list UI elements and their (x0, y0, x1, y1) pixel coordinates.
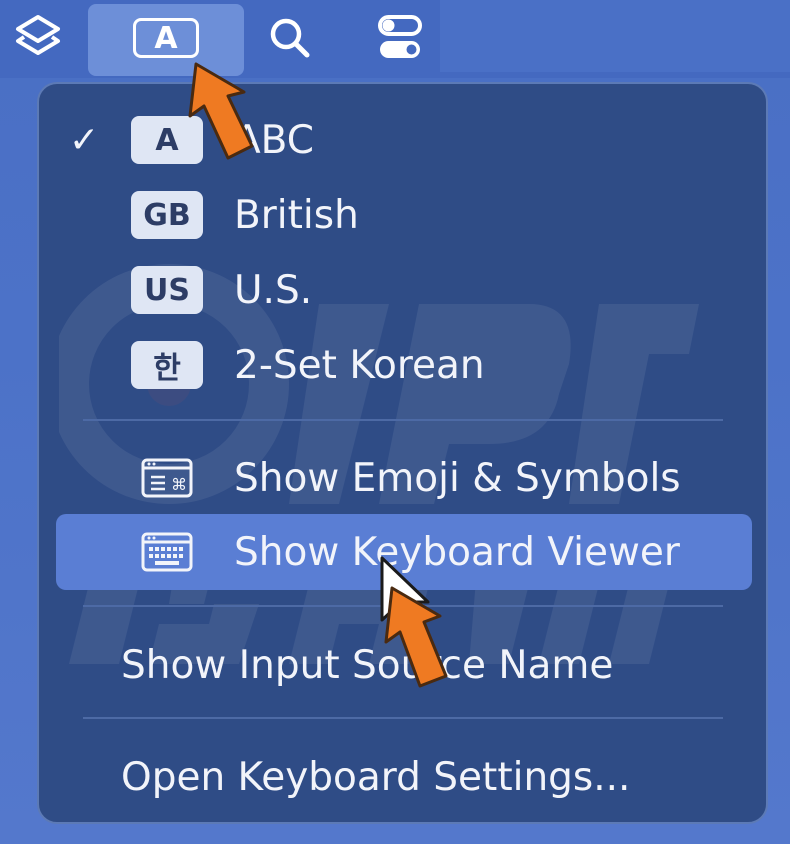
svg-text:⌘: ⌘ (171, 475, 187, 494)
menu-separator (83, 605, 723, 607)
checkmark-icon: ✓ (69, 119, 100, 161)
menu-item-label: Show Emoji & Symbols (234, 455, 681, 501)
korean-badge-icon: 한 (131, 341, 203, 389)
menu-item-label: 2-Set Korean (234, 342, 485, 388)
input-source-icon[interactable]: A (126, 0, 206, 76)
menu-item-label: Open Keyboard Settings... (121, 754, 631, 800)
menu-item-show-input-source-name[interactable]: Show Input Source Name (39, 629, 766, 701)
menu-bar: A (0, 0, 790, 78)
control-center-icon[interactable] (370, 0, 430, 76)
emoji-symbols-icon: ⌘ (141, 458, 193, 498)
menu-item-label: ABC (234, 117, 314, 163)
menu-separator (83, 717, 723, 719)
menu-item-label: U.S. (234, 267, 313, 313)
menu-item-open-keyboard-settings[interactable]: Open Keyboard Settings... (39, 741, 766, 813)
layers-icon[interactable] (8, 0, 68, 76)
gb-badge-icon: GB (131, 191, 203, 239)
menu-item-show-keyboard-viewer[interactable]: Show Keyboard Viewer (39, 516, 766, 588)
menu-item-label: British (234, 192, 359, 238)
abc-badge-icon: A (131, 116, 203, 164)
search-icon[interactable] (262, 0, 318, 76)
menu-item-british[interactable]: GB British (39, 179, 766, 251)
input-source-menu: ✓ A ABC GB British US U.S. 한 2-Set Korea… (37, 82, 768, 824)
menu-item-us[interactable]: US U.S. (39, 254, 766, 326)
us-badge-icon: US (131, 266, 203, 314)
menu-item-abc[interactable]: ✓ A ABC (39, 104, 766, 176)
keyboard-viewer-icon (141, 532, 193, 572)
menu-item-label: Show Input Source Name (121, 642, 614, 688)
menu-item-show-emoji-symbols[interactable]: ⌘ Show Emoji & Symbols (39, 442, 766, 514)
input-source-glyph: A (133, 18, 199, 58)
menu-item-label: Show Keyboard Viewer (234, 529, 680, 575)
menu-bar-strip (440, 0, 790, 72)
menu-item-2-set-korean[interactable]: 한 2-Set Korean (39, 329, 766, 401)
menu-separator (83, 419, 723, 421)
